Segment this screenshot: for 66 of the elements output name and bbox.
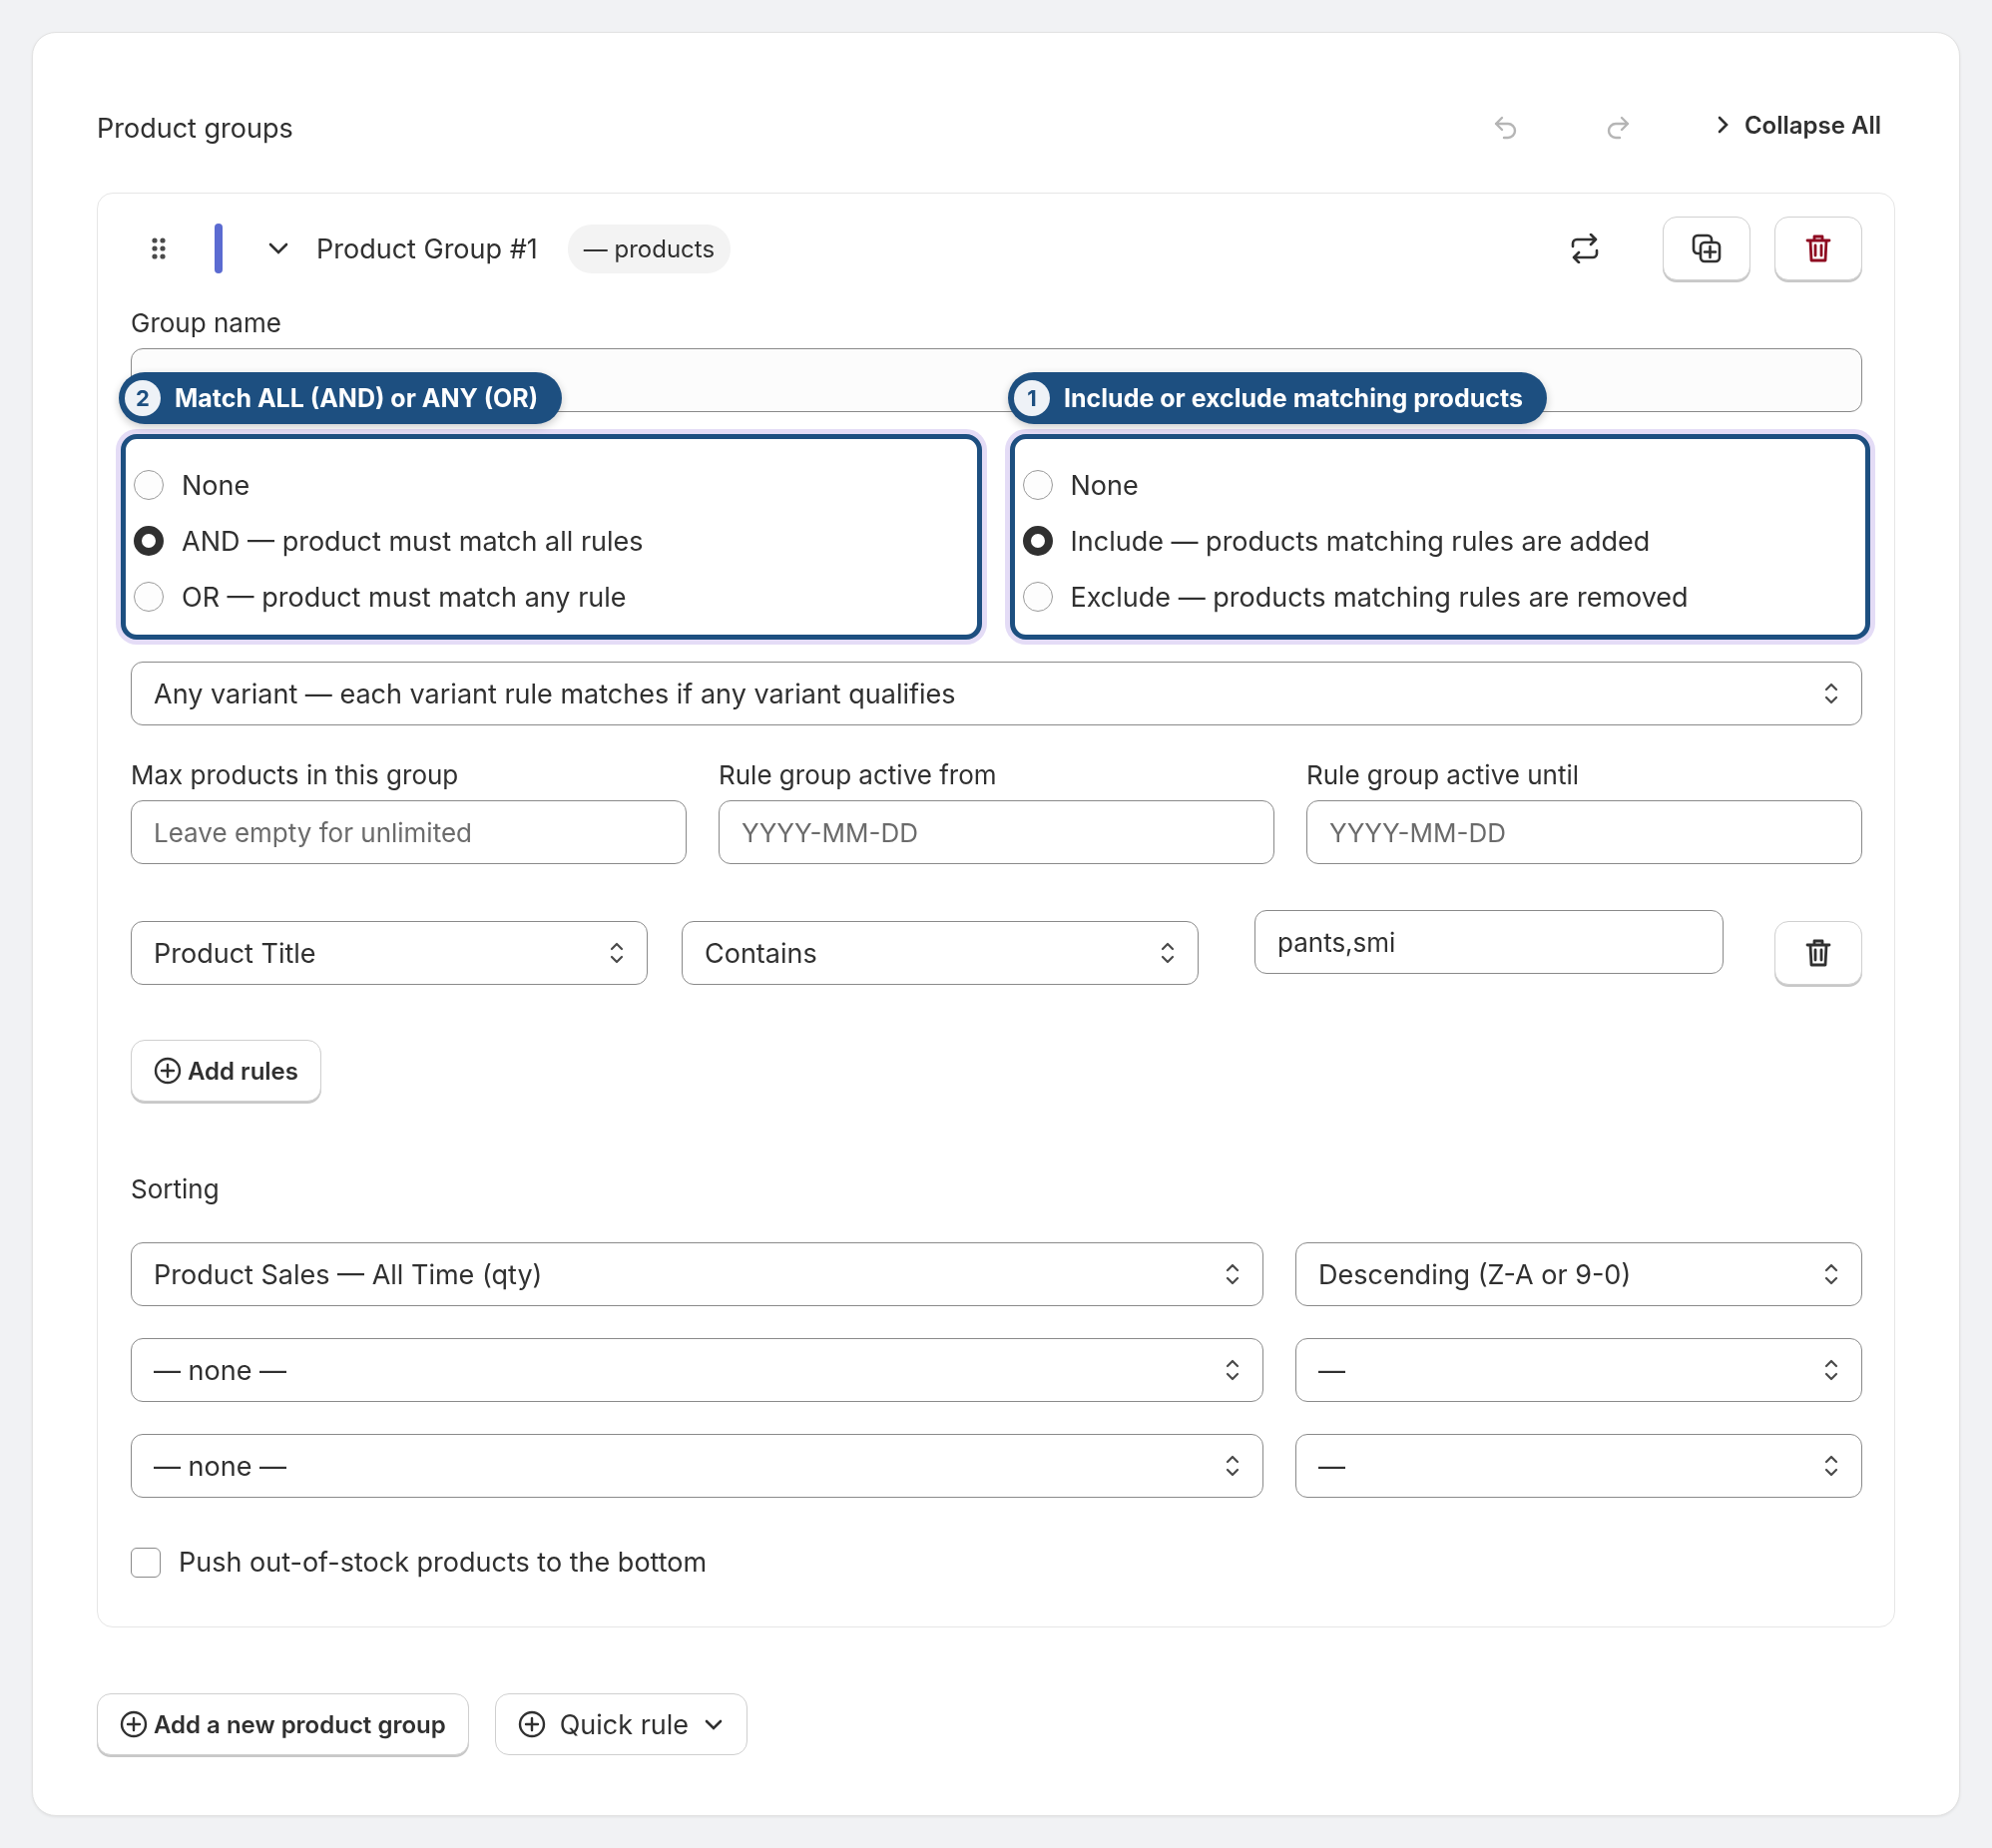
hint-text: Include or exclude matching products	[1064, 383, 1523, 413]
option-label: OR — product must match any rule	[182, 580, 627, 614]
input-field[interactable]: YYYY-MM-DD	[719, 800, 1274, 864]
select-arrows-icon	[609, 940, 625, 966]
radio-button[interactable]	[134, 470, 164, 500]
field-label: Max products in this group	[131, 759, 460, 792]
select-field[interactable]: Contains	[682, 921, 1199, 985]
select-field[interactable]: — none —	[131, 1434, 1263, 1498]
color-bar	[215, 224, 223, 273]
input-field[interactable]: Leave empty for unlimited	[131, 800, 687, 864]
radio-button[interactable]	[134, 582, 164, 612]
radio-button[interactable]	[134, 526, 164, 556]
select-arrows-icon	[1823, 1357, 1839, 1383]
swap-icon[interactable]	[1569, 233, 1601, 263]
select-arrows-icon	[1823, 681, 1839, 706]
hint-text: Match ALL (AND) or ANY (OR)	[175, 383, 539, 413]
select-field[interactable]: —	[1295, 1338, 1862, 1402]
drag-handle-icon[interactable]	[151, 236, 167, 260]
step-number: 1	[1014, 380, 1050, 416]
collapse-all-button[interactable]: Collapse All	[1716, 110, 1895, 146]
select-arrows-icon	[1160, 940, 1176, 966]
checkbox-label: Push out-of-stock products to the bottom	[179, 1546, 708, 1579]
plus-circle-icon	[120, 1710, 148, 1738]
plus-circle-icon	[517, 1710, 546, 1738]
select-field[interactable]: —	[1295, 1434, 1862, 1498]
group-title: Product Group #1	[316, 231, 538, 265]
field-label: Group name	[131, 306, 282, 340]
option-label: None	[1070, 468, 1139, 502]
duplicate-icon	[1692, 233, 1722, 263]
add-group-button[interactable]: Add a new product group	[97, 1693, 469, 1755]
option-label: Exclude — products matching rules are removed	[1070, 580, 1689, 614]
product-count-badge: — products	[567, 224, 732, 273]
step-number: 2	[125, 380, 161, 416]
option-label: None	[182, 468, 250, 502]
radio-button[interactable]	[1022, 470, 1053, 500]
section-title: Product groups	[97, 111, 294, 145]
select-arrows-icon	[1225, 1261, 1241, 1287]
duplicate-button[interactable]	[1663, 217, 1750, 280]
plus-circle-icon	[154, 1057, 182, 1085]
quick-rule-button[interactable]: Quick rule	[494, 1693, 748, 1755]
option-label: AND — product must match all rules	[182, 524, 644, 558]
add-rules-button[interactable]: Add rules	[131, 1040, 321, 1102]
select-field[interactable]: — none —	[131, 1338, 1263, 1402]
field-label: Rule group active until	[1306, 759, 1581, 792]
select-field[interactable]: Product Sales — All Time (qty)	[131, 1242, 1263, 1306]
select-field[interactable]: Descending (Z-A or 9-0)	[1295, 1242, 1862, 1306]
input-field[interactable]: YYYY-MM-DD	[1306, 800, 1862, 864]
radio-button[interactable]	[1022, 582, 1053, 612]
trash-icon	[1805, 233, 1831, 263]
chevron-right-icon	[1716, 114, 1731, 136]
radio-button[interactable]	[1022, 526, 1053, 556]
delete-rule-button[interactable]	[1774, 921, 1862, 985]
trash-icon	[1805, 938, 1831, 968]
section-label: Sorting	[131, 1173, 221, 1206]
field-label: Rule group active from	[719, 759, 998, 792]
select-field[interactable]: Any variant — each variant rule matches if any variant qualifies	[131, 662, 1862, 725]
delete-button[interactable]	[1774, 217, 1862, 280]
input-field[interactable]: pants,smi	[1254, 910, 1724, 974]
chevron-down-icon[interactable]	[266, 240, 290, 256]
checkbox[interactable]	[131, 1547, 161, 1578]
select-field[interactable]: Product Title	[131, 921, 648, 985]
option-label: Include — products matching rules are added	[1070, 524, 1651, 558]
select-arrows-icon	[1225, 1357, 1241, 1383]
select-arrows-icon	[1823, 1261, 1839, 1287]
select-arrows-icon	[1823, 1453, 1839, 1479]
select-arrows-icon	[1225, 1453, 1241, 1479]
